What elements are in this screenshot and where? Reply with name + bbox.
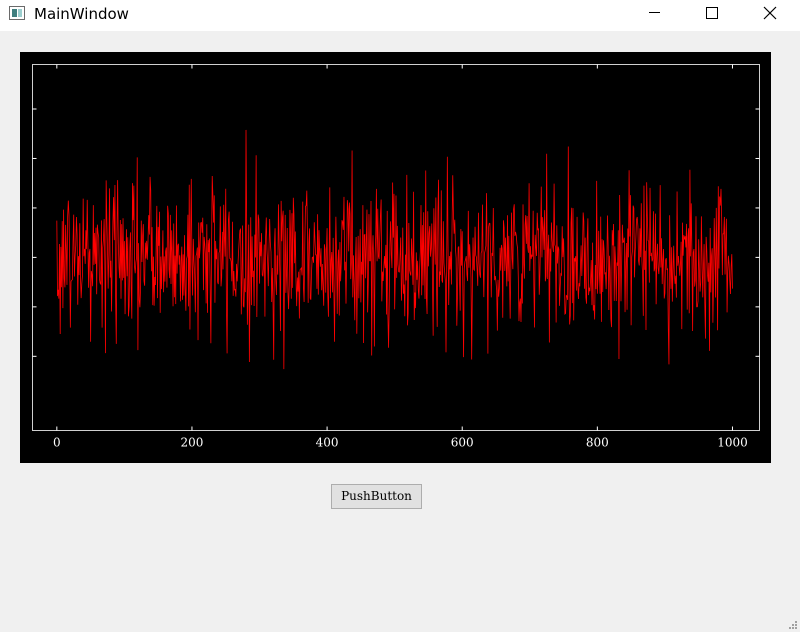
maximize-button[interactable]: [689, 0, 735, 28]
x-axis-tick-labels: 0 200 400 600 800 1000: [53, 436, 748, 450]
x-tick-label: 1000: [717, 436, 748, 450]
x-tick-label: 800: [586, 436, 609, 450]
push-button[interactable]: PushButton: [331, 484, 422, 509]
app-window-icon: [9, 6, 25, 20]
size-grip-icon[interactable]: [788, 620, 798, 630]
x-tick-label: 400: [316, 436, 339, 450]
close-icon: [763, 6, 777, 20]
maximize-icon: [706, 7, 718, 19]
x-tick-label: 200: [181, 436, 204, 450]
series-line: [56, 129, 733, 370]
plot-widget[interactable]: 0 200 400 600 800 1000: [20, 52, 771, 463]
x-tick-label: 600: [451, 436, 474, 450]
window-title: MainWindow: [34, 5, 129, 23]
minimize-icon: [649, 12, 660, 13]
close-button[interactable]: [747, 0, 793, 28]
title-bar[interactable]: MainWindow: [0, 0, 800, 31]
x-tick-label: 0: [53, 436, 61, 450]
minimize-button[interactable]: [631, 0, 677, 28]
line-chart: 0 200 400 600 800 1000: [32, 64, 760, 450]
